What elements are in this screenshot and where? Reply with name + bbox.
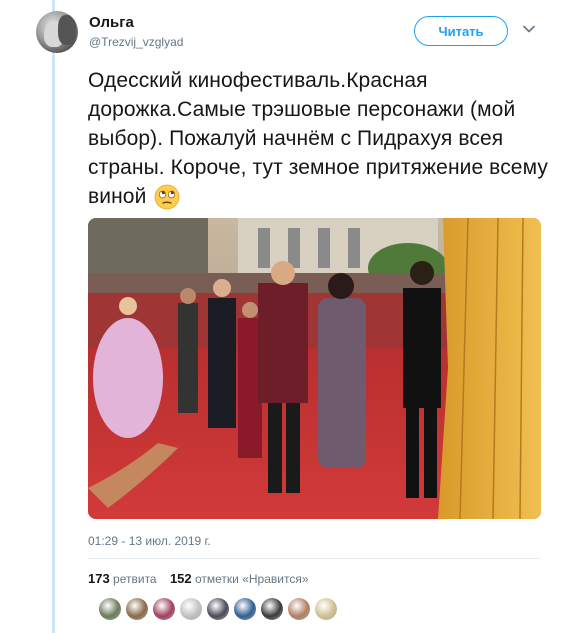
liker-avatar[interactable]	[288, 598, 310, 620]
stats-row: 173 ретвита 152 отметки «Нравится»	[88, 571, 309, 586]
timestamp[interactable]: 01:29 - 13 июл. 2019 г.	[88, 534, 211, 548]
user-handle[interactable]: @Trezvij_vzglyad	[89, 35, 183, 49]
follow-button[interactable]: Читать	[414, 16, 508, 46]
divider	[88, 558, 540, 559]
liker-avatar[interactable]	[153, 598, 175, 620]
liker-avatar[interactable]	[180, 598, 202, 620]
liker-avatar[interactable]	[261, 598, 283, 620]
likes-count[interactable]: 152	[170, 571, 192, 586]
avatar[interactable]	[36, 11, 78, 53]
liker-avatar[interactable]	[234, 598, 256, 620]
likers-avatars	[99, 598, 337, 620]
liker-avatar[interactable]	[126, 598, 148, 620]
liker-avatar[interactable]	[207, 598, 229, 620]
liker-avatar[interactable]	[315, 598, 337, 620]
red-carpet-photo	[88, 218, 541, 519]
face-with-rolling-eyes-icon	[154, 185, 180, 210]
likes-label[interactable]: отметки «Нравится»	[195, 572, 309, 586]
tweet-text: Одесский кинофестиваль.Красная дорожка.С…	[88, 66, 548, 211]
liker-avatar[interactable]	[99, 598, 121, 620]
user-name[interactable]: Ольга	[89, 14, 134, 31]
retweets-count[interactable]: 173	[88, 571, 110, 586]
thread-line	[52, 0, 55, 633]
tweet-photo[interactable]	[88, 218, 541, 519]
retweets-label[interactable]: ретвита	[113, 572, 157, 586]
chevron-down-icon[interactable]	[522, 22, 536, 36]
